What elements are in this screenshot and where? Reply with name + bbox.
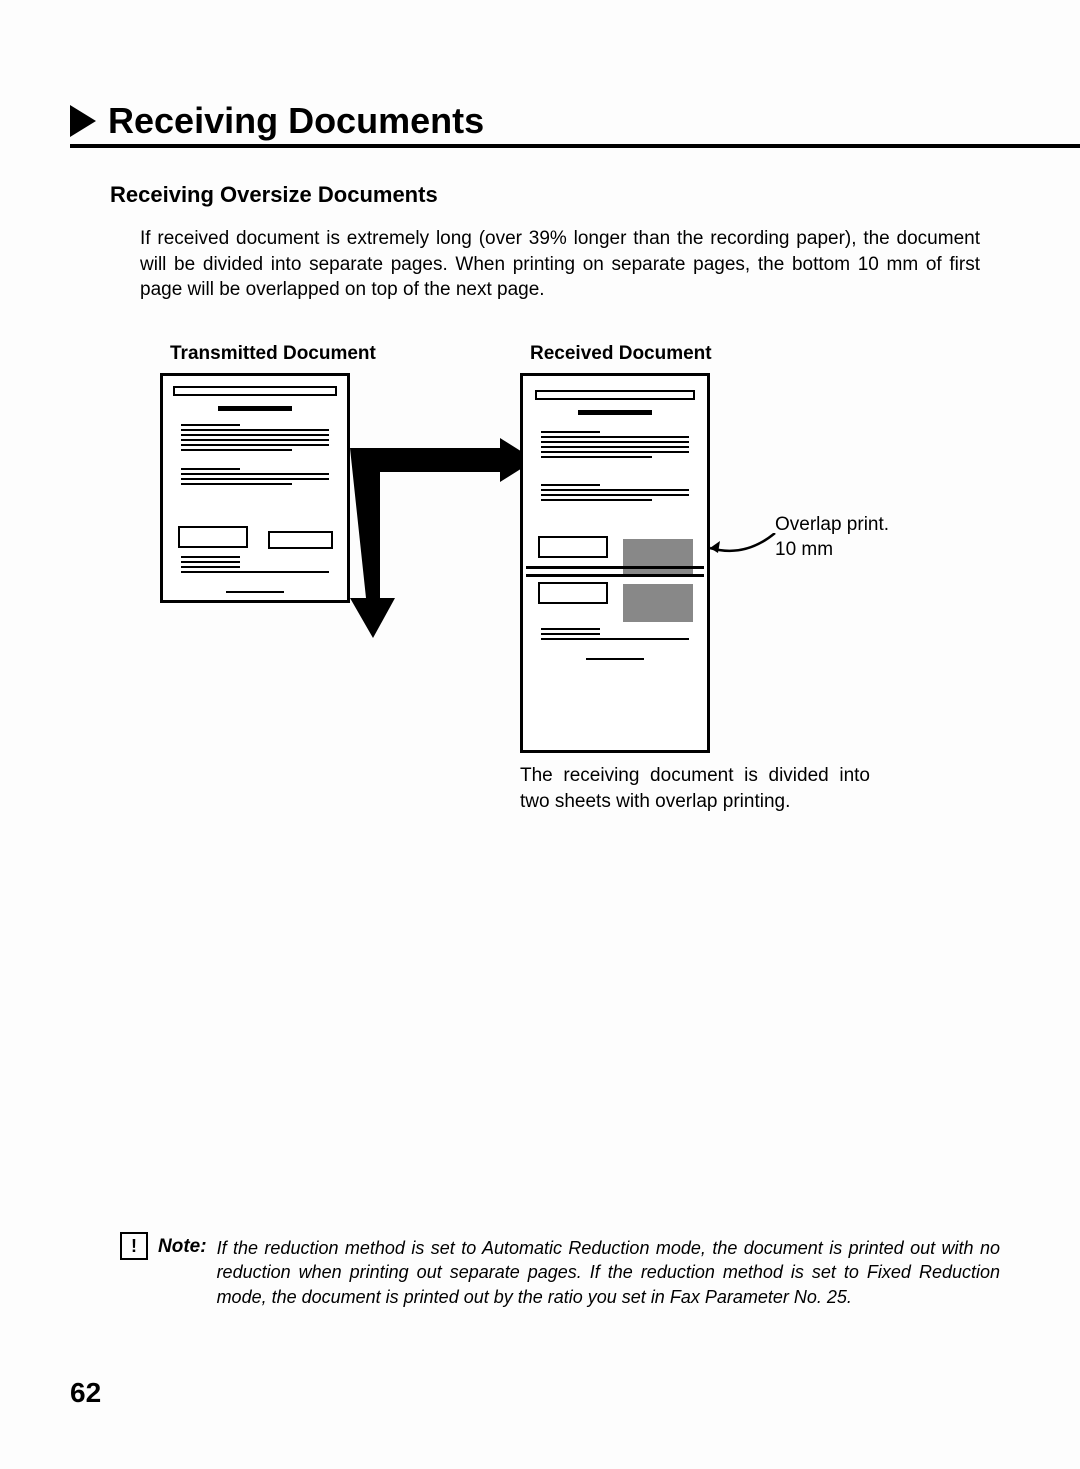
body-paragraph: If received document is extremely long (… (140, 226, 980, 303)
note-icon: ! (120, 1232, 148, 1260)
diagram: Transmitted Document Received Document (160, 343, 980, 823)
note-label: Note: (158, 1236, 207, 1258)
page-number: 62 (70, 1377, 101, 1409)
horizontal-rule (70, 144, 1080, 148)
note-icon-symbol: ! (131, 1236, 137, 1257)
diagram-caption: The receiving document is divided into t… (520, 763, 870, 814)
note-text: If the reduction method is set to Automa… (217, 1236, 1000, 1309)
arrow-icon (340, 438, 540, 648)
overlap-line1: Overlap print. (775, 514, 889, 535)
received-doc (520, 373, 710, 753)
page-title: Receiving Documents (108, 100, 484, 142)
overlap-line2: 10 mm (775, 539, 833, 560)
annotation-arrow-icon (700, 533, 780, 563)
received-label: Received Document (530, 343, 712, 365)
transmitted-label: Transmitted Document (170, 343, 376, 365)
section-title: Receiving Oversize Documents (110, 182, 1020, 208)
note-block: ! Note: If the reduction method is set t… (120, 1236, 1000, 1309)
overlap-annotation: Overlap print. 10 mm (775, 513, 889, 562)
heading-row: Receiving Documents (70, 100, 1020, 142)
triangle-icon (70, 105, 96, 137)
page-content: Receiving Documents Receiving Oversize D… (0, 0, 1080, 1469)
transmitted-doc (160, 373, 350, 603)
